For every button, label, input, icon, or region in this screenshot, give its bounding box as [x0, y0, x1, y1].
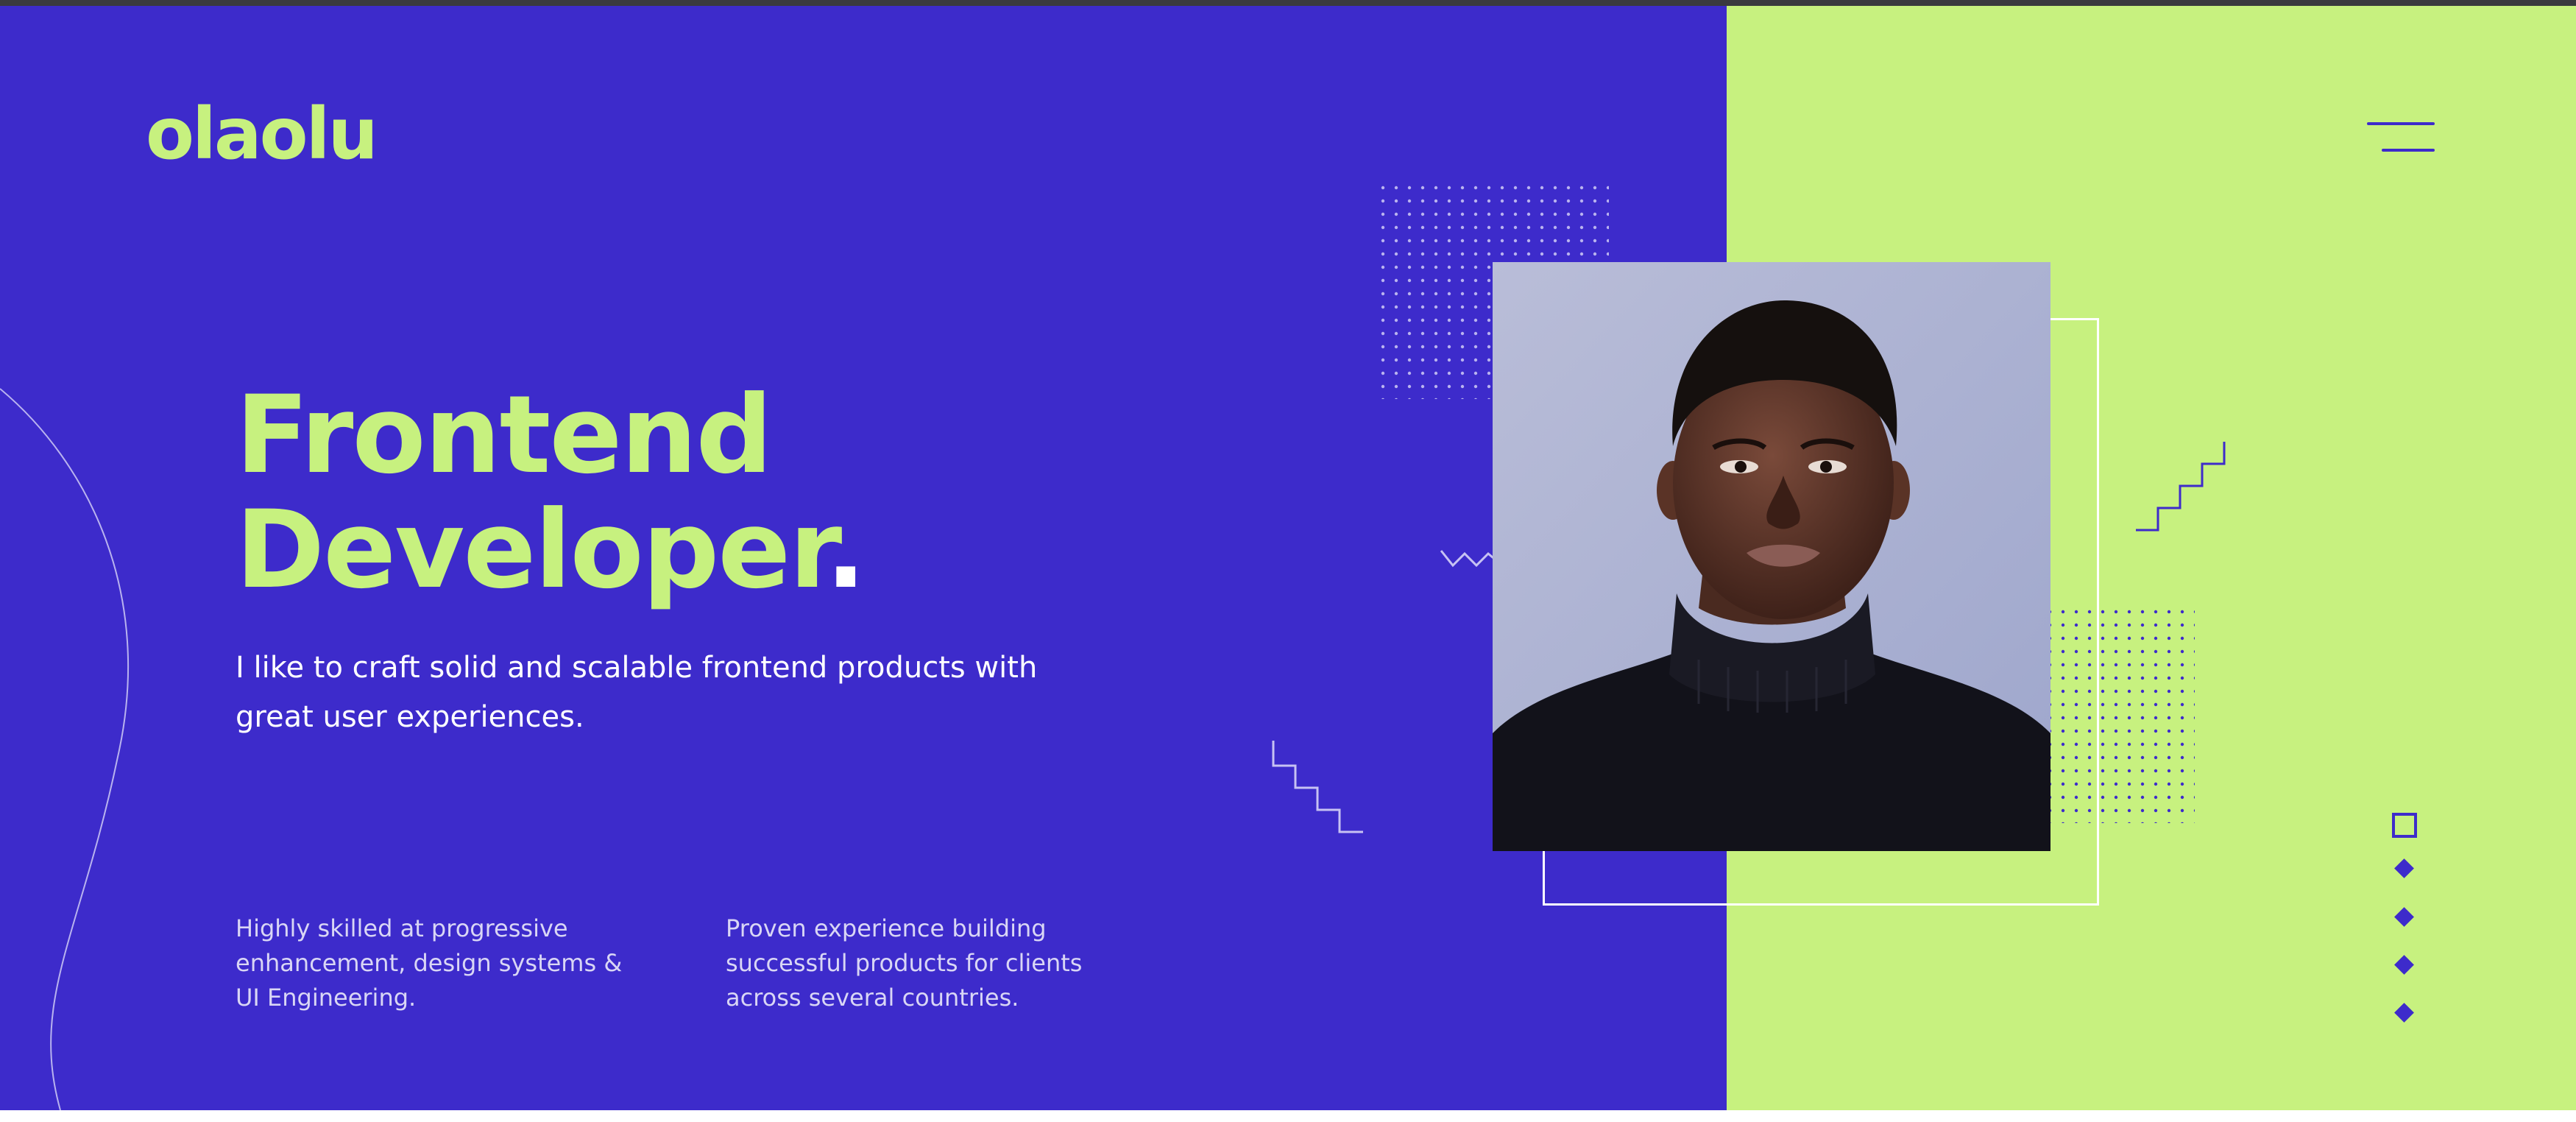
menu-line: [2382, 149, 2435, 152]
diamond-icon[interactable]: [2394, 907, 2414, 927]
slide-pagination: [2392, 813, 2417, 1023]
title-line-1: Frontend: [236, 373, 773, 498]
hero-section: olaolu Frontend Developer. I like to cra…: [0, 6, 2576, 1110]
page-title: Frontend Developer.: [236, 378, 866, 607]
decorative-zigzag: [1440, 550, 1498, 568]
diamond-icon[interactable]: [2394, 1003, 2414, 1023]
decorative-staircase: [1272, 741, 1363, 833]
browser-top-edge: [0, 0, 2576, 6]
menu-line: [2367, 122, 2435, 125]
feature-text: Proven experience building successful pr…: [726, 914, 1083, 1012]
diamond-icon[interactable]: [2394, 955, 2414, 975]
developer-portrait-photo: [1493, 262, 2050, 851]
feature-text: Highly skilled at progressive enhancemen…: [236, 914, 623, 1012]
page-bottom-edge: [0, 1110, 2576, 1122]
brand-logo[interactable]: olaolu: [146, 99, 378, 169]
decorative-curve: [0, 388, 130, 1110]
title-dot: .: [825, 487, 866, 613]
title-line-2: Developer: [236, 487, 827, 613]
square-outline-icon[interactable]: [2392, 813, 2417, 838]
hero-subtitle: I like to craft solid and scalable front…: [236, 651, 1038, 734]
decorative-staircase: [2136, 442, 2226, 532]
diamond-icon[interactable]: [2394, 858, 2414, 878]
hamburger-menu-icon[interactable]: [2367, 118, 2435, 155]
